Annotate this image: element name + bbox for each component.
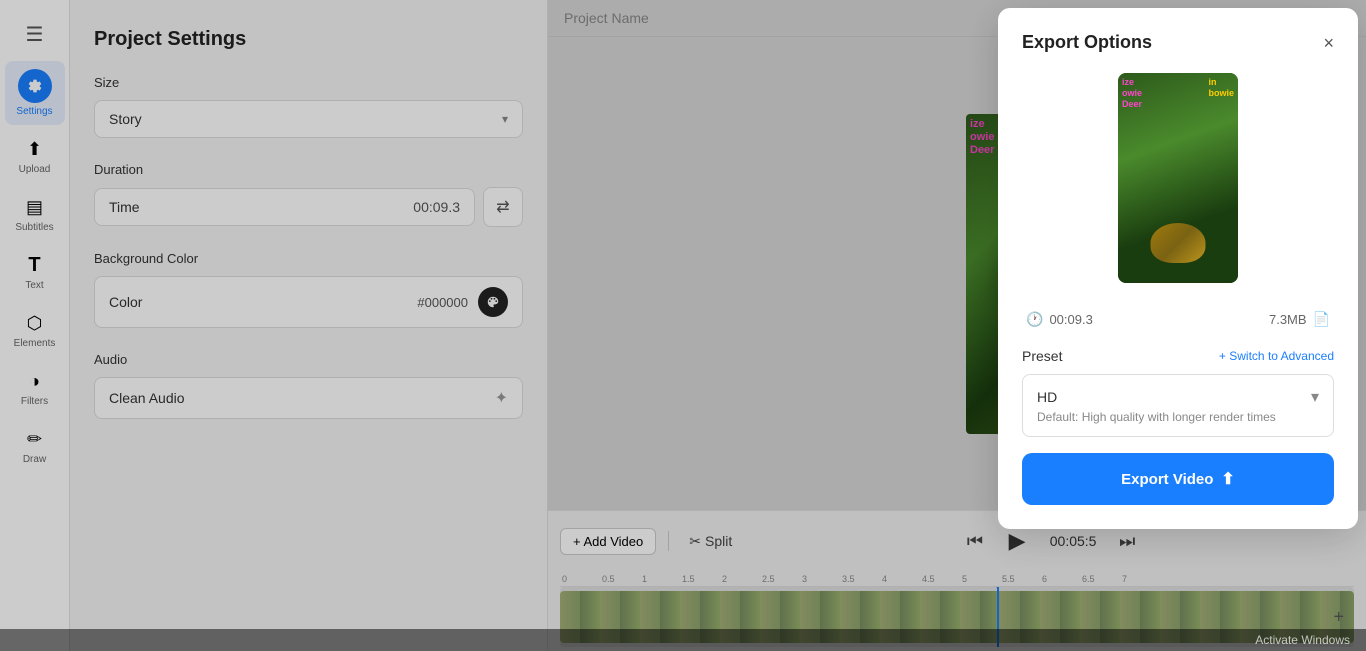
- modal-header: Export Options ×: [1022, 32, 1334, 53]
- export-icon: ⬆: [1221, 469, 1234, 489]
- clock-icon: 🕐: [1026, 311, 1043, 328]
- export-duration: 00:09.3: [1049, 312, 1092, 327]
- thumb-text-right: inbowie: [1208, 77, 1234, 99]
- meta-row: 🕐 00:09.3 7.3MB 📄: [1022, 311, 1334, 328]
- preset-chevron-icon: ▾: [1311, 387, 1319, 407]
- meta-right: 7.3MB 📄: [1269, 311, 1330, 328]
- export-btn-label: Export Video: [1121, 471, 1213, 488]
- preset-name: HD: [1037, 389, 1057, 405]
- thumb-image: izeowieDeer inbowie: [1118, 73, 1238, 283]
- preset-dropdown[interactable]: HD ▾ Default: High quality with longer r…: [1022, 374, 1334, 437]
- preset-desc: Default: High quality with longer render…: [1037, 410, 1319, 424]
- preset-header: Preset + Switch to Advanced: [1022, 348, 1334, 364]
- export-file-size: 7.3MB: [1269, 312, 1307, 327]
- preset-label: Preset: [1022, 348, 1062, 364]
- thumb-basket: [1151, 223, 1206, 263]
- file-icon: 📄: [1313, 311, 1330, 328]
- activate-windows-bar: Activate Windows: [0, 629, 1366, 651]
- export-preview-thumb: izeowieDeer inbowie: [1118, 73, 1238, 283]
- preset-section: Preset + Switch to Advanced HD ▾ Default…: [1022, 348, 1334, 437]
- export-modal-title: Export Options: [1022, 32, 1152, 53]
- preset-top: HD ▾: [1037, 387, 1319, 407]
- export-video-button[interactable]: Export Video ⬆: [1022, 453, 1334, 505]
- close-button[interactable]: ×: [1323, 34, 1334, 52]
- meta-left: 🕐 00:09.3: [1026, 311, 1093, 328]
- switch-advanced-button[interactable]: + Switch to Advanced: [1219, 349, 1334, 363]
- thumb-text-overlay: izeowieDeer: [1122, 77, 1142, 109]
- activate-windows-text: Activate Windows: [1255, 633, 1350, 647]
- export-modal: Export Options × izeowieDeer inbowie: [998, 8, 1358, 529]
- modal-overlay: Export Options × izeowieDeer inbowie: [0, 0, 1366, 651]
